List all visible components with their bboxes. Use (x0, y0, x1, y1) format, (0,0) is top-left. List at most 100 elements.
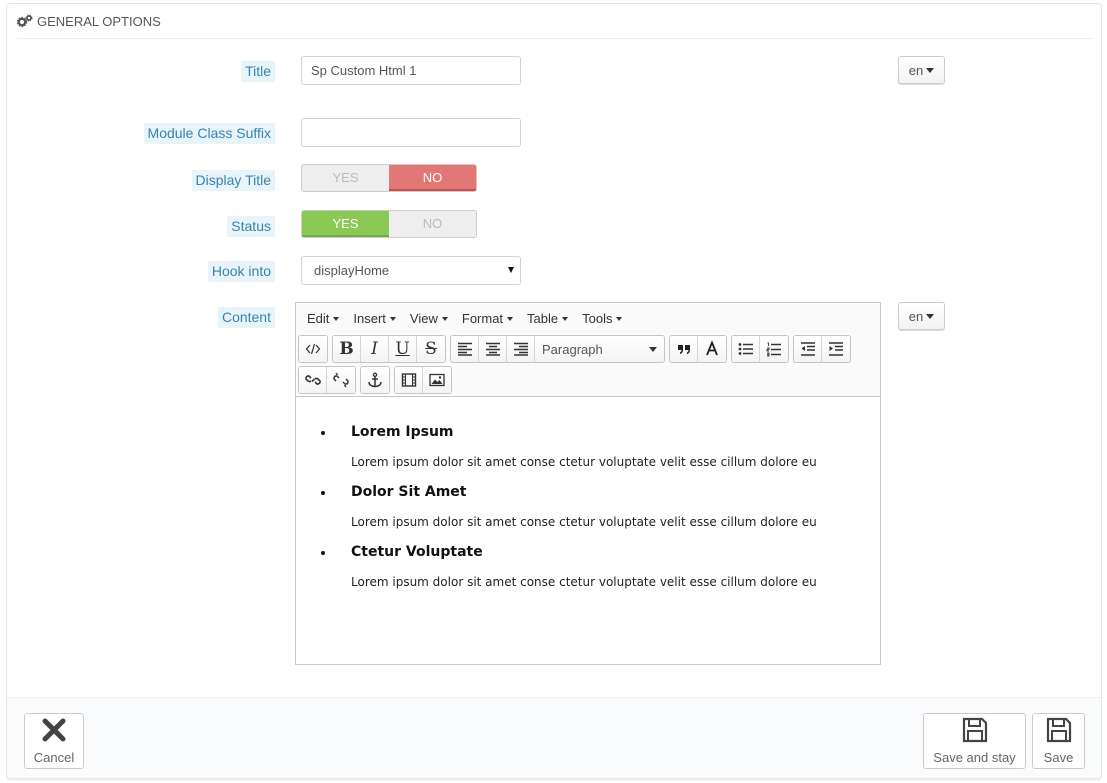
title-language-value: en (908, 62, 924, 78)
strikethrough-button[interactable]: S (417, 336, 445, 362)
underline-icon: U (395, 339, 410, 359)
list-item-heading: Ctetur Voluptate (351, 544, 483, 560)
status-no[interactable]: NO (389, 211, 476, 237)
source-code-button[interactable] (299, 336, 327, 362)
format-select-value: Paragraph (542, 341, 603, 357)
insert-link-button[interactable] (299, 367, 327, 393)
caret-down-icon (649, 346, 657, 352)
save-icon (1046, 717, 1071, 743)
caret-down-icon (616, 316, 623, 321)
list-item-text: Lorem ipsum dolor sit amet conse ctetur … (351, 575, 817, 589)
module-class-suffix-input[interactable] (301, 118, 521, 147)
menu-view[interactable]: View (403, 311, 455, 326)
menu-view-label: View (409, 311, 438, 326)
hook-into-label: Hook into (207, 261, 275, 282)
indent-button[interactable] (822, 336, 850, 362)
caret-down-icon (562, 316, 569, 321)
content-language-value: en (908, 308, 924, 324)
title-input[interactable]: Sp Custom Html 1 (301, 56, 521, 85)
align-left-button[interactable] (451, 336, 479, 362)
caret-down-icon (389, 316, 396, 321)
unlink-icon (333, 372, 349, 388)
display-title-yes[interactable]: YES (302, 165, 389, 191)
format-select[interactable]: Paragraph (535, 336, 664, 362)
menu-format-label: Format (461, 311, 504, 326)
content-label: Content (217, 307, 275, 328)
save-and-stay-label: Save and stay (933, 750, 1016, 765)
indent-icon (829, 342, 843, 356)
align-left-icon (457, 342, 472, 356)
editor-content-area[interactable]: Lorem Ipsum Lorem ipsum dolor sit amet c… (296, 398, 880, 664)
caret-down-icon (507, 316, 514, 321)
insert-video-button[interactable] (395, 367, 423, 393)
editor-menubar: Edit Insert View Format Table Tools (296, 303, 880, 334)
panel-heading: General Options (17, 4, 1093, 39)
italic-icon: I (371, 339, 378, 359)
panel-heading-text: General Options (37, 13, 161, 29)
unlink-button[interactable] (327, 367, 355, 393)
align-center-icon (485, 342, 500, 356)
align-center-button[interactable] (479, 336, 507, 362)
close-icon (42, 718, 66, 742)
menu-edit-label: Edit (307, 311, 330, 326)
outdent-icon (800, 342, 815, 356)
select-arrow-icon (508, 267, 514, 273)
status-label: Status (227, 216, 275, 237)
caret-down-icon (333, 316, 340, 321)
insert-image-button[interactable] (423, 367, 451, 393)
menu-insert-label: Insert (353, 311, 386, 326)
general-options-panel: General Options Title Sp Custom Html 1 e… (6, 3, 1102, 779)
underline-button[interactable]: U (389, 336, 417, 362)
gears-icon (17, 14, 33, 28)
title-language-dropdown[interactable]: en (898, 56, 945, 84)
align-right-button[interactable] (507, 336, 535, 362)
menu-tools[interactable]: Tools (575, 311, 629, 326)
blockquote-button[interactable] (670, 336, 698, 362)
menu-format[interactable]: Format (455, 311, 520, 326)
outdent-button[interactable] (794, 336, 822, 362)
bullet-list-icon (738, 343, 753, 355)
anchor-button[interactable] (361, 367, 389, 393)
list-item: Dolor Sit Amet Lorem ipsum dolor sit ame… (321, 482, 854, 542)
link-icon (304, 375, 321, 385)
title-label: Title (241, 61, 275, 82)
panel-footer: Cancel Save and stay Save (7, 697, 1101, 778)
hook-into-select[interactable]: displayHome (301, 256, 521, 285)
save-and-stay-button[interactable]: Save and stay (923, 713, 1026, 769)
cancel-button-label: Cancel (33, 750, 75, 765)
display-title-no[interactable]: NO (389, 165, 476, 191)
content-language-dropdown[interactable]: en (898, 302, 945, 330)
display-title-switch[interactable]: YES NO (301, 164, 477, 192)
code-icon (305, 343, 321, 355)
editor-toolbar: B I U S Paragraph (296, 334, 880, 397)
italic-button[interactable]: I (361, 336, 389, 362)
caret-down-icon (441, 316, 448, 321)
rich-text-editor: Edit Insert View Format Table Tools B I … (295, 302, 881, 665)
hook-into-value: displayHome (314, 263, 390, 278)
bold-icon: B (339, 339, 354, 359)
bullet-list-button[interactable] (732, 336, 760, 362)
status-switch[interactable]: YES NO (301, 210, 477, 238)
numbered-list-icon (766, 342, 781, 357)
menu-table-label: Table (527, 311, 559, 326)
status-yes[interactable]: YES (302, 211, 389, 237)
list-item-heading: Lorem Ipsum (351, 424, 454, 440)
list-item: Ctetur Voluptate Lorem ipsum dolor sit a… (321, 542, 854, 602)
bold-button[interactable]: B (333, 336, 361, 362)
menu-insert[interactable]: Insert (346, 311, 403, 326)
list-item-text: Lorem ipsum dolor sit amet conse ctetur … (351, 455, 817, 469)
caret-down-icon (926, 313, 935, 319)
numbered-list-button[interactable] (760, 336, 788, 362)
menu-edit[interactable]: Edit (300, 311, 346, 326)
quote-icon (677, 345, 690, 354)
module-class-suffix-label: Module Class Suffix (143, 123, 275, 144)
save-button[interactable]: Save (1032, 713, 1085, 769)
strikethrough-icon: S (425, 339, 437, 359)
menu-table[interactable]: Table (520, 311, 575, 326)
cancel-button[interactable]: Cancel (24, 713, 84, 769)
text-color-button[interactable] (698, 336, 726, 362)
list-item-heading: Dolor Sit Amet (351, 484, 467, 500)
list-item: Lorem Ipsum Lorem ipsum dolor sit amet c… (321, 422, 854, 482)
caret-down-icon (926, 67, 935, 73)
display-title-label: Display Title (191, 170, 275, 191)
